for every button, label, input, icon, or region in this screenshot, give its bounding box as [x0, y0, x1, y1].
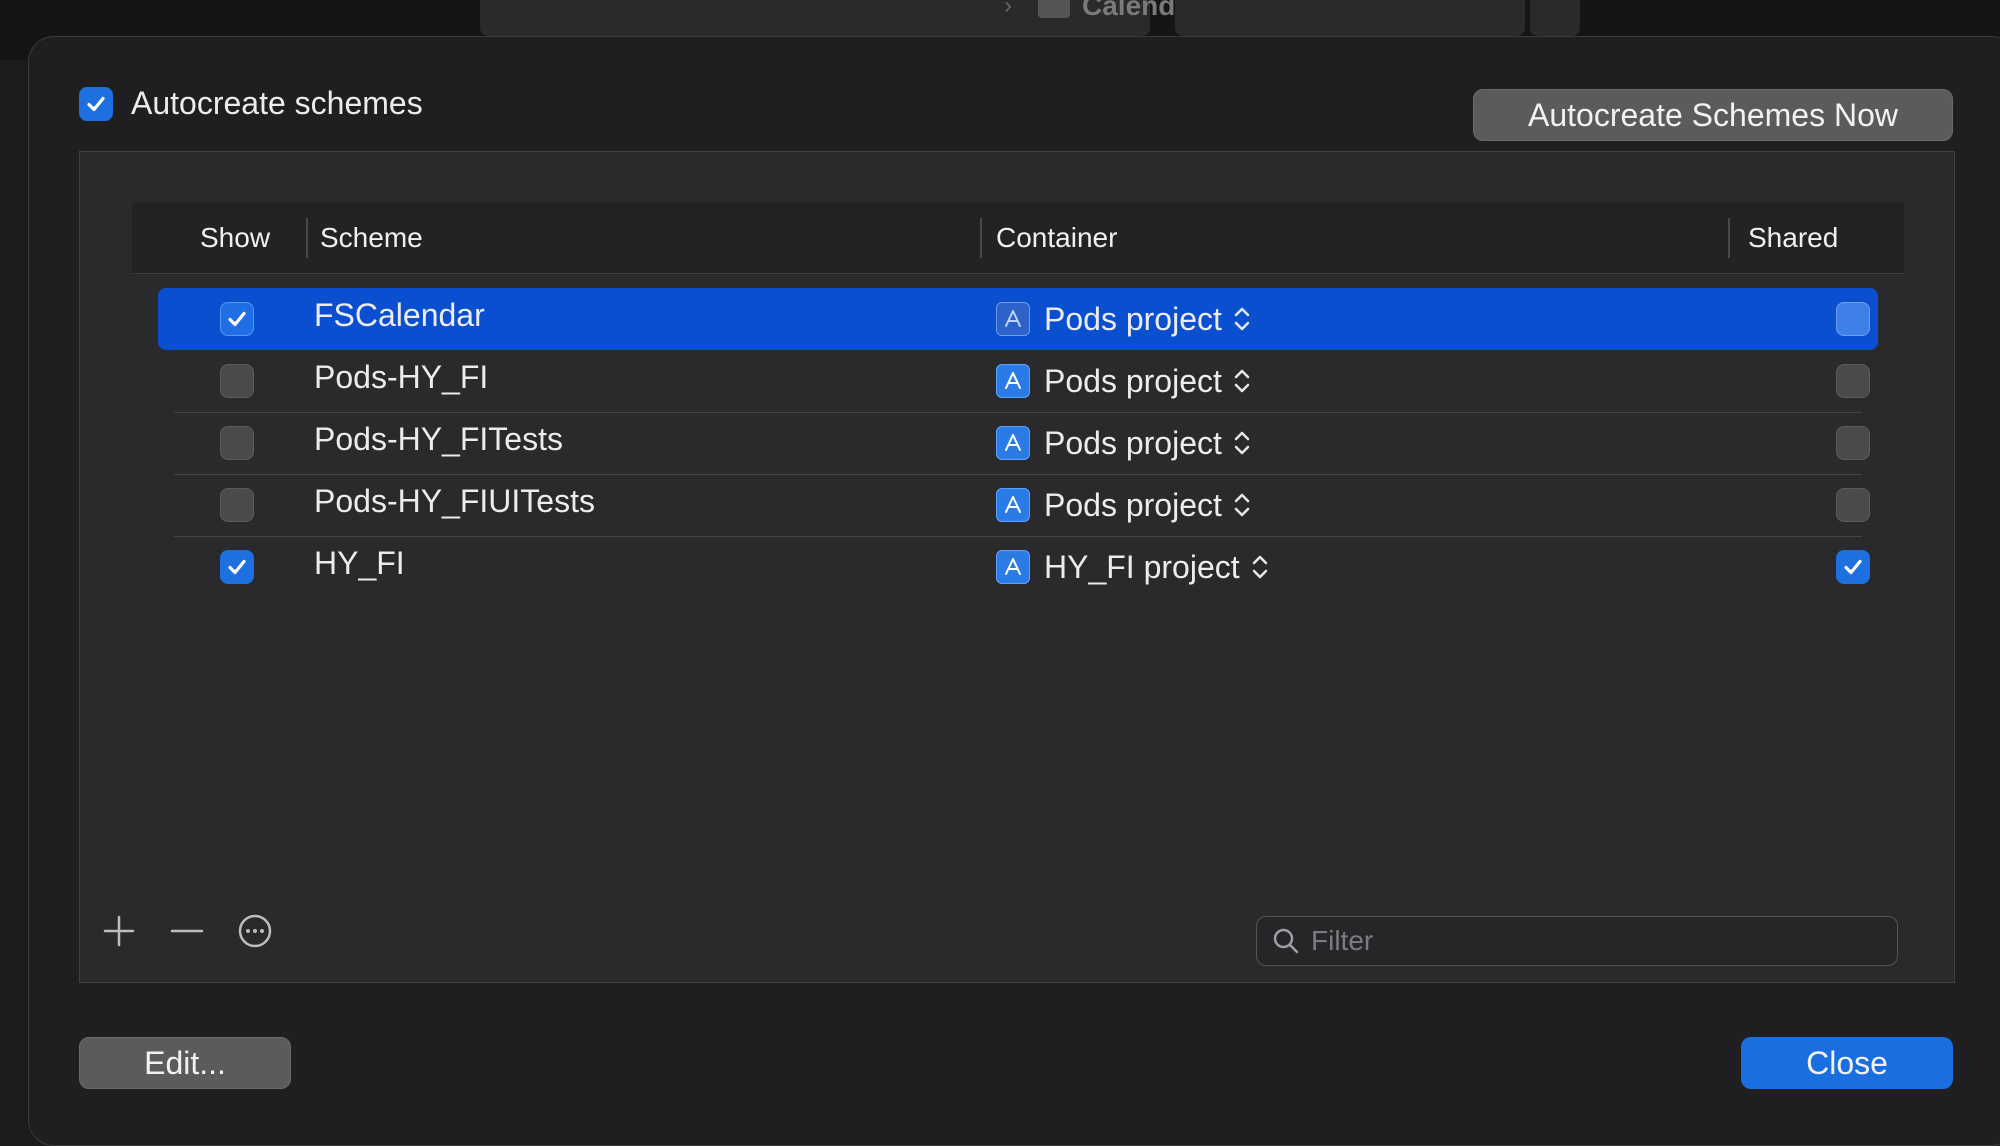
up-down-chevron-icon [1232, 428, 1252, 458]
column-header-show[interactable]: Show [200, 202, 270, 274]
table-row[interactable]: HY_FI HY_FI project [158, 536, 1878, 598]
autocreate-schemes-now-button[interactable]: Autocreate Schemes Now [1473, 89, 1953, 141]
scheme-name: HY_FI [314, 544, 405, 581]
chevron-right-icon: › [1004, 0, 1012, 19]
scheme-name: FSCalendar [314, 296, 485, 333]
manage-schemes-sheet: Autocreate schemes Autocreate Schemes No… [28, 36, 2000, 1146]
background-panel [1175, 0, 1525, 36]
checkmark-icon [228, 559, 246, 575]
table-row[interactable]: Pods-HY_FITests Pods project [158, 412, 1878, 474]
background-panel-edge [1530, 0, 1580, 36]
ellipsis-circle-icon[interactable] [236, 912, 274, 950]
show-checkbox[interactable] [220, 488, 254, 522]
container-popup[interactable]: Pods project [1044, 425, 1222, 462]
xcode-project-icon [996, 364, 1030, 398]
table-row[interactable]: FSCalendar Pods project [158, 288, 1878, 350]
up-down-chevron-icon [1232, 304, 1252, 334]
show-checkbox[interactable] [220, 302, 254, 336]
checkmark-icon [87, 96, 105, 111]
up-down-chevron-icon [1232, 366, 1252, 396]
xcode-project-icon [996, 302, 1030, 336]
column-divider[interactable] [1728, 218, 1730, 258]
close-button[interactable]: Close [1741, 1037, 1953, 1089]
shared-checkbox[interactable] [1836, 426, 1870, 460]
shared-checkbox[interactable] [1836, 550, 1870, 584]
container-popup[interactable]: Pods project [1044, 301, 1222, 338]
xcode-project-icon [996, 488, 1030, 522]
up-down-chevron-icon [1232, 490, 1252, 520]
filter-input[interactable] [1311, 925, 1871, 957]
autocreate-schemes-label: Autocreate schemes [131, 85, 423, 121]
shared-checkbox[interactable] [1836, 302, 1870, 336]
shared-checkbox[interactable] [1836, 364, 1870, 398]
background-source-list: › Calendar [480, 0, 1202, 36]
schemes-table: Show Scheme Container Shared FSCalendar [132, 202, 1904, 762]
scheme-name: Pods-HY_FI [314, 358, 489, 395]
xcode-project-icon [996, 426, 1030, 460]
autocreate-schemes-checkbox[interactable] [79, 86, 113, 121]
checkmark-icon [1844, 559, 1862, 575]
column-header-scheme[interactable]: Scheme [320, 202, 423, 274]
edit-button[interactable]: Edit... [79, 1037, 291, 1089]
checkmark-icon [228, 311, 246, 327]
folder-icon [1038, 0, 1070, 18]
column-header-container[interactable]: Container [996, 202, 1117, 274]
scheme-name: Pods-HY_FITests [314, 420, 563, 457]
shared-checkbox[interactable] [1836, 488, 1870, 522]
container-popup[interactable]: Pods project [1044, 363, 1222, 400]
schemes-panel: Show Scheme Container Shared FSCalendar [79, 151, 1955, 983]
container-popup[interactable]: HY_FI project [1044, 549, 1240, 586]
table-header: Show Scheme Container Shared [132, 202, 1904, 274]
table-toolbar [100, 912, 274, 950]
autocreate-schemes-row: Autocreate schemes [79, 85, 423, 122]
search-icon [1273, 928, 1299, 954]
plus-icon[interactable] [100, 912, 138, 950]
up-down-chevron-icon [1250, 552, 1270, 582]
column-divider[interactable] [306, 218, 308, 258]
show-checkbox[interactable] [220, 426, 254, 460]
column-header-shared[interactable]: Shared [1748, 202, 1838, 274]
table-row[interactable]: Pods-HY_FIUITests Pods project [158, 474, 1878, 536]
show-checkbox[interactable] [220, 364, 254, 398]
table-row[interactable]: Pods-HY_FI Pods project [158, 350, 1878, 412]
filter-field[interactable] [1256, 916, 1898, 966]
scheme-name: Pods-HY_FIUITests [314, 482, 595, 519]
minus-icon[interactable] [168, 912, 206, 950]
container-popup[interactable]: Pods project [1044, 487, 1222, 524]
show-checkbox[interactable] [220, 550, 254, 584]
xcode-project-icon [996, 550, 1030, 584]
column-divider[interactable] [980, 218, 982, 258]
